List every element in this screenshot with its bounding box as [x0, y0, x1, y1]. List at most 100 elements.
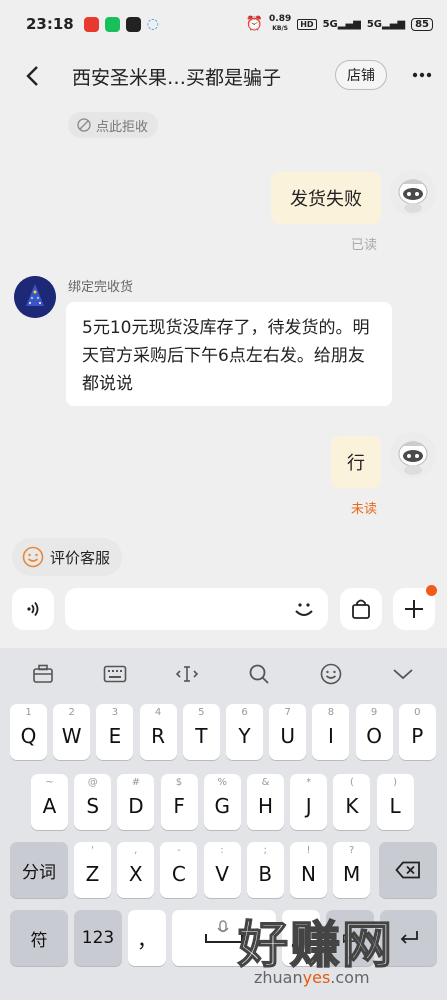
- read-status: 已读: [351, 238, 378, 253]
- message-bubble-self[interactable]: 发货失败: [271, 172, 381, 224]
- reject-label: 点此拒收: [96, 119, 149, 135]
- key-label: B: [258, 862, 273, 886]
- chevron-down-icon: [393, 669, 413, 680]
- key-r[interactable]: 4R: [139, 704, 177, 760]
- message-bubble-seller[interactable]: 5元10元现货没库存了，待发货的。明天官方采购后下午6点左右发。给朋友都说说: [66, 302, 392, 406]
- key-hint: 8: [327, 707, 335, 718]
- key-hint: 3: [111, 707, 119, 718]
- key-v[interactable]: :V: [203, 842, 241, 898]
- keyboard-icon: [103, 665, 127, 683]
- voice-icon: [27, 601, 39, 617]
- alarm-icon: ⏰: [245, 16, 264, 32]
- key-j[interactable]: * J: [290, 774, 328, 830]
- key-i[interactable]: 8I: [312, 704, 350, 760]
- key-n[interactable]: ! N: [290, 842, 327, 898]
- seller-avatar[interactable]: [14, 276, 56, 318]
- user-avatar[interactable]: [390, 432, 436, 478]
- more-options-button[interactable]: [405, 58, 439, 92]
- key-t[interactable]: 5T: [182, 704, 220, 760]
- reject-icon: [77, 118, 91, 132]
- key-label: T: [195, 724, 208, 748]
- key-hint: #: [131, 777, 141, 788]
- watermark-url: zhuanyes.com: [254, 968, 370, 987]
- key-label: H: [257, 794, 274, 818]
- key-label: E: [108, 724, 122, 748]
- key-label: L: [389, 794, 401, 818]
- key-hint: 7: [284, 707, 291, 718]
- key-x[interactable]: ,X: [117, 842, 155, 898]
- key-c[interactable]: -C: [160, 842, 198, 898]
- chat-header: 西安圣米果…买都是骗子 店铺: [0, 48, 447, 104]
- emoji-button[interactable]: [288, 593, 320, 625]
- key-hint: ,: [134, 845, 138, 856]
- back-button[interactable]: [12, 56, 52, 96]
- key-label: V: [215, 862, 229, 886]
- key-o[interactable]: 9O: [355, 704, 393, 760]
- key-hint: 1: [25, 707, 32, 718]
- user-avatar[interactable]: [390, 170, 436, 216]
- clock: 23:18: [26, 15, 74, 33]
- key-p[interactable]: 0P: [398, 704, 436, 760]
- key-symbols[interactable]: 符: [10, 910, 68, 966]
- unread-status: 未读: [351, 502, 378, 517]
- emoji-icon: [295, 603, 313, 616]
- key-b[interactable]: ; B: [246, 842, 284, 898]
- key-label: F: [173, 794, 185, 818]
- voice-button[interactable]: [12, 588, 54, 630]
- key-hint: ': [91, 845, 94, 856]
- key-h[interactable]: & H: [247, 774, 284, 830]
- key-label: J: [305, 794, 312, 818]
- cursor-move-button[interactable]: [171, 658, 203, 690]
- app-notification-icon-dark: [125, 16, 141, 32]
- rate-service-button[interactable]: 评价客服: [12, 538, 123, 576]
- app-notification-icon-red: [83, 16, 99, 32]
- message-bubble-self[interactable]: 行: [331, 436, 381, 488]
- key-d[interactable]: # D: [117, 774, 155, 830]
- message-text: 5元10元现货没库存了，待发货的。明天官方采购后下午6点左右发。给朋友都说说: [82, 318, 370, 394]
- key-numbers[interactable]: 123: [74, 910, 122, 966]
- keyboard-emoji-button[interactable]: [315, 658, 347, 690]
- reject-button[interactable]: 点此拒收: [68, 112, 159, 138]
- key-w[interactable]: 2W: [53, 704, 91, 760]
- key-fenci[interactable]: 分词: [10, 842, 68, 898]
- key-f[interactable]: $ F: [160, 774, 198, 830]
- key-hint: ;: [263, 845, 267, 856]
- key-hint: %: [217, 777, 228, 788]
- keyboard-search-button[interactable]: [243, 658, 275, 690]
- key-l[interactable]: ) L: [376, 774, 414, 830]
- shop-button[interactable]: 店铺: [335, 60, 387, 90]
- search-icon: [249, 664, 269, 684]
- key-label: Y: [238, 724, 251, 748]
- text-cursor-icon: [175, 666, 199, 682]
- key-u[interactable]: 7U: [269, 704, 307, 760]
- key-label: U: [280, 724, 295, 748]
- key-label: R: [151, 724, 166, 748]
- key-q[interactable]: 1Q: [10, 704, 47, 760]
- key-k[interactable]: (K: [333, 774, 371, 830]
- message-text: 行: [347, 453, 365, 474]
- add-more-button[interactable]: [393, 585, 437, 630]
- keyboard-layout-button[interactable]: [99, 658, 131, 690]
- key-label: G: [214, 794, 231, 818]
- key-e[interactable]: 3E: [96, 704, 134, 760]
- key-backspace[interactable]: [379, 842, 437, 898]
- toolbox-button[interactable]: [27, 658, 59, 690]
- watermark-logo: 好赚网: [237, 915, 394, 975]
- key-g[interactable]: % G: [203, 774, 241, 830]
- key-m[interactable]: ? M: [333, 842, 371, 898]
- key-y[interactable]: 6Y: [226, 704, 263, 760]
- chat-title: 西安圣米果…买都是骗子: [72, 66, 282, 89]
- smile-icon: [22, 546, 44, 568]
- product-bag-button[interactable]: [340, 588, 382, 630]
- toolbox-icon: [33, 664, 53, 683]
- key-label: N: [301, 862, 316, 886]
- key-label: 123: [81, 928, 115, 948]
- key-a[interactable]: ~ A: [31, 774, 68, 830]
- key-label: M: [343, 862, 361, 886]
- key-label: 符: [30, 930, 48, 951]
- key-z[interactable]: ' Z: [74, 842, 111, 898]
- key-s[interactable]: @ S: [74, 774, 112, 830]
- collapse-keyboard-button[interactable]: [387, 658, 419, 690]
- backspace-icon: [395, 861, 420, 879]
- key-comma[interactable]: ，: [128, 910, 166, 966]
